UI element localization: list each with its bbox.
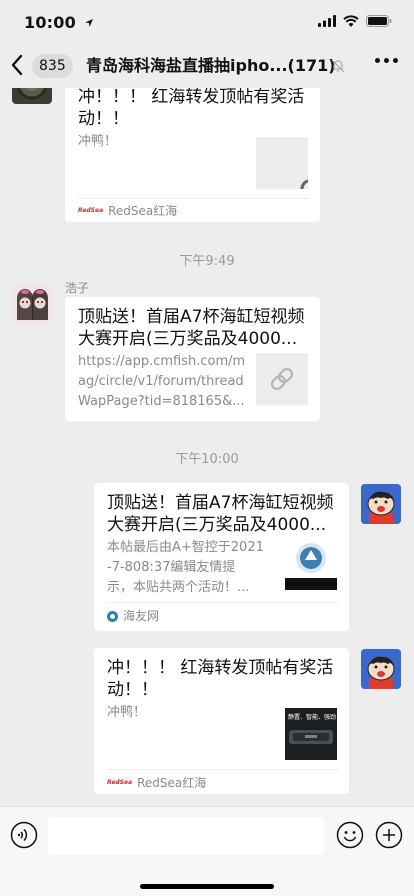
avatar[interactable]	[361, 484, 401, 524]
card-thumbnail	[256, 353, 308, 405]
add-attachment-button[interactable]	[375, 821, 403, 853]
signal-icon	[318, 15, 336, 27]
card-title: 冲！！！ 红海转发顶帖有奖活 动！！	[107, 658, 334, 700]
avatar[interactable]	[12, 284, 52, 324]
card-description: 冲鸭！	[107, 705, 147, 720]
voice-button[interactable]	[10, 821, 38, 853]
back-button[interactable]	[10, 54, 30, 78]
message-list[interactable]: 冲！！！ 红海转发顶帖有奖活 动！！ 冲鸭！ RedSea RedSea红海 下…	[0, 88, 414, 806]
haiyou-logo-icon	[107, 610, 118, 622]
chat-screen: 10:00 835 青岛海科海盐直播抽ipho...(171) 冲！！！ 红海转…	[0, 0, 414, 896]
card-title: 顶贴送！首届A7杯海缸短视频 大赛开启(三万奖品及4000...	[107, 493, 334, 535]
plus-icon	[375, 821, 403, 849]
avatar-image	[361, 649, 401, 689]
wifi-icon	[343, 15, 359, 27]
status-icons	[318, 15, 392, 27]
more-options-button[interactable]	[375, 58, 398, 63]
input-bar	[0, 806, 414, 896]
more-dot-icon	[393, 58, 398, 63]
home-indicator	[140, 884, 274, 889]
avatar[interactable]	[12, 88, 52, 104]
status-bar: 10:00	[0, 0, 414, 44]
sender-name: 浩子	[65, 281, 90, 295]
redsea-logo-icon: RedSea	[78, 207, 104, 214]
card-source: RedSea RedSea红海	[107, 776, 207, 790]
avatar-image	[17, 88, 47, 100]
link-card[interactable]: 冲！！！ 红海转发顶帖有奖活 动！！ 冲鸭！ 静置、智能、强劲 RedSea R…	[94, 648, 349, 794]
card-divider	[107, 602, 339, 603]
link-icon	[270, 367, 294, 391]
card-thumbnail	[285, 538, 337, 590]
card-thumbnail	[256, 137, 308, 189]
location-arrow-icon	[84, 19, 93, 27]
card-description: 本帖最后由A+智控于2021 -7-808:37编辑友情提 示，本贴共两个活动！…	[107, 540, 264, 595]
voice-icon	[10, 821, 38, 849]
emoji-button[interactable]	[336, 821, 364, 853]
message-input[interactable]	[48, 817, 324, 855]
card-title: 顶贴送！首届A7杯海缸短视频 大赛开启(三万奖品及4000...	[78, 307, 305, 349]
avatar-image	[361, 484, 401, 524]
card-source: 海友网	[107, 608, 159, 624]
card-divider	[78, 198, 310, 199]
card-title: 冲！！！ 红海转发顶帖有奖活 动！！	[78, 88, 305, 129]
emoji-icon	[336, 821, 364, 849]
link-card[interactable]: 冲！！！ 红海转发顶帖有奖活 动！！ 冲鸭！ RedSea RedSea红海	[65, 88, 320, 222]
card-description: https://app.cmfish.com/m ag/circle/v1/fo…	[78, 354, 246, 409]
timestamp: 下午9:49	[179, 254, 235, 269]
more-dot-icon	[375, 58, 380, 63]
status-time: 10:00	[24, 13, 94, 32]
unread-count-badge[interactable]: 835	[32, 54, 73, 78]
card-divider	[107, 769, 339, 770]
mute-bell-icon	[331, 59, 345, 73]
timestamp: 下午10:00	[175, 452, 239, 467]
redsea-logo-icon: RedSea	[107, 779, 133, 786]
nav-bar: 835 青岛海科海盐直播抽ipho...(171)	[0, 44, 414, 88]
card-thumbnail: 静置、智能、强劲	[285, 708, 337, 760]
chat-title: 青岛海科海盐直播抽ipho...(171)	[86, 56, 334, 75]
more-dot-icon	[384, 58, 389, 63]
link-card[interactable]: 顶贴送！首届A7杯海缸短视频 大赛开启(三万奖品及4000... https:/…	[65, 297, 320, 421]
link-card[interactable]: 顶贴送！首届A7杯海缸短视频 大赛开启(三万奖品及4000... 本帖最后由A+…	[94, 483, 349, 631]
battery-icon	[366, 15, 392, 27]
chevron-left-icon	[11, 54, 23, 76]
avatar[interactable]	[361, 649, 401, 689]
card-source: RedSea RedSea红海	[78, 204, 178, 218]
card-description: 冲鸭！	[78, 134, 118, 149]
avatar-image	[12, 284, 52, 324]
